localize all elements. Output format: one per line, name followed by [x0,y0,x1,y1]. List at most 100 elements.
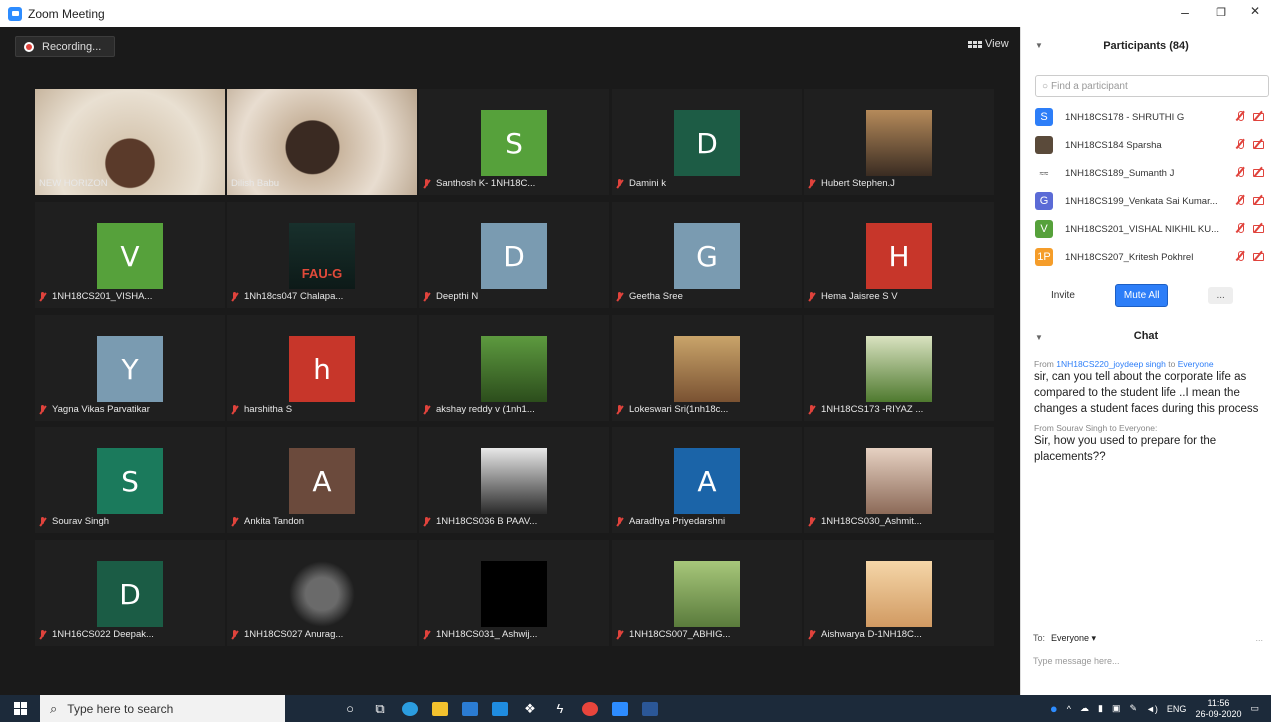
video-tile[interactable]: S Santhosh K- 1NH18C... [419,89,609,195]
store-icon[interactable] [455,695,485,722]
participant-row[interactable]: G 1NH18CS199_Venkata Sai Kumar... [1021,187,1271,215]
more-options-button[interactable]: ... [1208,286,1233,304]
chevron-down-icon[interactable]: ▼ [1035,41,1043,50]
participant-search-input[interactable]: ○ Find a participant [1035,75,1269,97]
participant-name-label: harshitha S [231,402,292,417]
video-gallery: Recording... View NEW HORIZON Dilish Babu… [0,27,1020,695]
video-tile[interactable]: V 1NH18CS201_VISHA... [35,202,225,308]
chevron-up-icon[interactable]: ^ [1067,704,1071,714]
battery-icon[interactable]: ▮ [1098,703,1103,714]
notifications-icon[interactable]: ▭ [1250,703,1259,714]
edge-icon[interactable] [395,695,425,722]
chat-recipient-select[interactable]: To: Everyone ▾ [1033,633,1096,644]
video-tile[interactable]: 1NH18CS173 -RIYAZ ... [804,315,994,421]
participant-name-label: Geetha Sree [616,289,683,304]
mic-muted-icon [1235,167,1245,177]
view-label: View [985,38,1009,50]
app-icon[interactable]: ϟ [545,695,575,722]
participant-name: 1NH18CS184 Sparsha [1065,139,1162,151]
participant-row[interactable]: V 1NH18CS201_VISHAL NIKHIL KU... [1021,215,1271,243]
video-tile[interactable]: NEW HORIZON [35,89,225,195]
mute-all-button[interactable]: Mute All [1114,283,1169,307]
participant-row[interactable]: 1P 1NH18CS207_Kritesh Pokhrel [1021,243,1271,271]
participants-title: Participants (84) [1103,40,1189,52]
participant-name: Aaradhya Priyedarshni [629,516,726,527]
participant-name: 1NH18CS007_ABHIG... [629,629,731,640]
chrome-icon[interactable] [575,695,605,722]
participant-name: 1NH18CS199_Venkata Sai Kumar... [1065,195,1218,207]
participant-avatar: V [97,223,163,289]
invite-button[interactable]: Invite [1051,290,1075,301]
minimize-button[interactable]: – [1170,4,1200,20]
view-button[interactable]: View [968,38,1009,50]
system-tray: ● ^ ☁ ▮ ▣ ✎ ◄) ENG 11:56 26-09-2020 ▭ [1050,695,1271,722]
taskbar-search-input[interactable]: ⌕ Type here to search [40,695,285,722]
video-tile[interactable]: Aishwarya D-1NH18C... [804,540,994,646]
cloud-icon[interactable]: ☁ [1080,703,1089,714]
windows-start-button[interactable] [0,695,40,722]
participant-name: Lokeswari Sri(1nh18c... [629,404,729,415]
video-tile[interactable]: G Geetha Sree [612,202,802,308]
word-icon[interactable] [635,695,665,722]
mic-muted-icon [1235,251,1245,261]
video-tile[interactable]: 1NH18CS036 B PAAV... [419,427,609,533]
participant-photo [289,561,355,627]
video-tile[interactable]: 1NH18CS030_Ashmit... [804,427,994,533]
video-tile[interactable]: 1NH18CS031_ Ashwij... [419,540,609,646]
close-button[interactable]: ✕ [1240,4,1270,18]
mic-muted-icon [1235,223,1245,233]
chat-more-button[interactable]: ... [1255,633,1263,643]
mic-muted-icon [1235,111,1245,121]
file-explorer-icon[interactable] [425,695,455,722]
clock[interactable]: 11:56 26-09-2020 [1195,698,1241,720]
help-icon[interactable]: ● [1050,701,1058,716]
video-tile[interactable]: 1NH18CS027 Anurag... [227,540,417,646]
restore-button[interactable]: ❐ [1206,6,1236,19]
participant-avatar: D [97,561,163,627]
participant-row[interactable]: S 1NH18CS178 - SHRUTHI G [1021,103,1271,131]
pen-icon[interactable]: ✎ [1129,703,1137,714]
video-tile[interactable]: Lokeswari Sri(1nh18c... [612,315,802,421]
chat-messages: From 1NH18CS220_joydeep singh to Everyon… [1021,359,1271,465]
participant-name: Yagna Vikas Parvatikar [52,404,150,415]
participant-row[interactable]: ≈≈ 1NH18CS189_Sumanth J [1021,159,1271,187]
video-tile[interactable]: h harshitha S [227,315,417,421]
participant-status-icons [1235,195,1264,205]
video-tile[interactable]: H Hema Jaisree S V [804,202,994,308]
participant-name: 1NH18CS036 B PAAV... [436,516,538,527]
video-tile[interactable]: S Sourav Singh [35,427,225,533]
video-tile[interactable]: A Aaradhya Priyedarshni [612,427,802,533]
recording-indicator[interactable]: Recording... [15,36,115,57]
mic-muted-icon [423,178,430,189]
participant-name: 1NH18CS178 - SHRUTHI G [1065,111,1185,123]
task-view-icon[interactable]: ⧉ [365,695,395,722]
zoom-taskbar-icon[interactable] [605,695,635,722]
network-icon[interactable]: ▣ [1112,703,1121,714]
participant-name-label: akshay reddy v (1nh1... [423,402,535,417]
participant-name-label: 1NH18CS173 -RIYAZ ... [808,402,923,417]
language-indicator[interactable]: ENG [1167,704,1187,714]
video-tile[interactable]: D Damini k [612,89,802,195]
video-tile[interactable]: Dilish Babu [227,89,417,195]
video-tile[interactable]: Y Yagna Vikas Parvatikar [35,315,225,421]
mic-muted-icon [39,291,46,302]
video-tile[interactable]: akshay reddy v (1nh1... [419,315,609,421]
volume-icon[interactable]: ◄) [1146,704,1158,714]
cortana-icon[interactable]: ○ [335,695,365,722]
chat-message-input[interactable]: Type message here... [1033,656,1120,666]
participant-name: 1NH18CS173 -RIYAZ ... [821,404,924,415]
video-tile[interactable]: 1NH18CS007_ABHIG... [612,540,802,646]
chevron-down-icon[interactable]: ▼ [1035,333,1043,342]
video-tile[interactable]: Hubert Stephen.J [804,89,994,195]
video-tile[interactable]: A Ankita Tandon [227,427,417,533]
video-tile[interactable]: D Deepthi N [419,202,609,308]
participant-row[interactable]: 1NH18CS184 Sparsha [1021,131,1271,159]
mic-muted-icon [39,516,46,527]
participant-status-icons [1235,139,1264,149]
video-tile[interactable]: D 1NH16CS022 Deepak... [35,540,225,646]
participant-name: Hema Jaisree S V [821,291,898,302]
video-tile[interactable]: FAU-G 1Nh18cs047 Chalapa... [227,202,417,308]
mail-icon[interactable] [485,695,515,722]
participant-avatar: G [674,223,740,289]
dropbox-icon[interactable]: ❖ [515,695,545,722]
